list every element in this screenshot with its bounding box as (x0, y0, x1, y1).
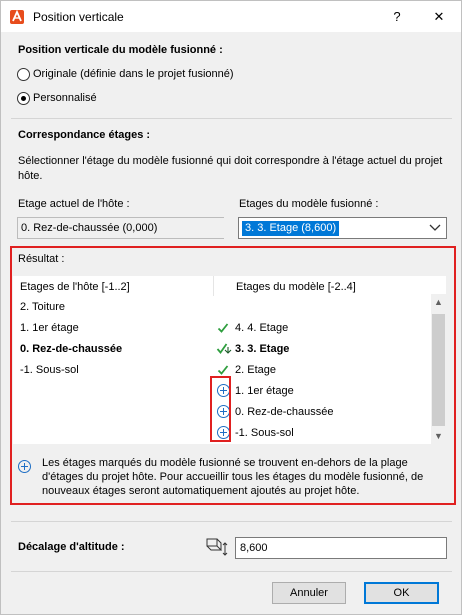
check-anchor-icon (216, 343, 232, 354)
dialog-window: Position verticale ? ✕ Position vertical… (0, 0, 462, 615)
radio-selected-dot (21, 96, 26, 101)
model-row-matched: 3. 3. Etage (235, 343, 290, 355)
radio-custom[interactable] (17, 92, 30, 105)
result-label: Résultat : (18, 253, 65, 265)
story-mapping-heading: Correspondance étages : (18, 129, 151, 141)
check-icon (217, 323, 229, 333)
separator (11, 118, 452, 119)
elevation-offset-label: Décalage d'altitude : (18, 541, 125, 553)
model-row: 2. Etage (235, 364, 276, 376)
ok-button[interactable]: OK (364, 582, 439, 604)
result-scrollbar[interactable]: ▲ ▼ (431, 294, 446, 444)
host-story-field: 0. Rez-de-chaussée (0,000) (17, 217, 224, 239)
elevation-offset-icon (206, 538, 228, 556)
column-header-model: Etages du modèle [-2..4] (236, 281, 356, 293)
cancel-button[interactable]: Annuler (272, 582, 346, 604)
elevation-offset-input[interactable]: 8,600 (235, 537, 447, 559)
model-story-label: Etages du modèle fusionné : (239, 198, 379, 210)
host-row: -1. Sous-sol (20, 364, 79, 376)
model-row: 4. 4. Etage (235, 322, 289, 334)
scroll-up-icon[interactable]: ▲ (431, 295, 446, 309)
new-stories-highlight (210, 376, 231, 442)
model-row-new: 0. Rez-de-chaussée (235, 406, 334, 418)
scroll-down-icon[interactable]: ▼ (431, 429, 446, 443)
radio-original[interactable] (17, 68, 30, 81)
separator (11, 521, 452, 522)
model-row-new: -1. Sous-sol (235, 427, 294, 439)
close-button[interactable]: ✕ (425, 5, 453, 29)
column-header-host: Etages de l'hôte [-1..2] (20, 281, 130, 293)
story-mapping-description: Sélectionner l'étage du modèle fusionné … (18, 155, 443, 182)
model-story-value: 3. 3. Etage (8,600) (242, 221, 340, 236)
window-title: Position verticale (33, 10, 124, 24)
vertical-position-heading: Position verticale du modèle fusionné : (18, 44, 223, 56)
host-row: 1. 1er étage (20, 322, 79, 334)
archicad-app-icon (10, 9, 24, 24)
separator (11, 571, 452, 572)
radio-custom-label[interactable]: Personnalisé (33, 92, 97, 104)
model-story-dropdown[interactable]: 3. 3. Etage (8,600) (238, 217, 447, 239)
host-story-label: Etage actuel de l'hôte : (18, 198, 130, 210)
chevron-down-icon[interactable] (429, 221, 441, 235)
plus-circle-icon (18, 460, 31, 473)
column-divider (213, 276, 214, 296)
check-icon (217, 365, 229, 375)
help-button[interactable]: ? (383, 5, 411, 29)
model-row-new: 1. 1er étage (235, 385, 294, 397)
radio-original-label[interactable]: Originale (définie dans le projet fusion… (33, 68, 234, 80)
host-story-value: 0. Rez-de-chaussée (0,000) (21, 222, 158, 234)
host-row: 2. Toiture (20, 301, 66, 313)
title-bar: Position verticale ? ✕ (1, 1, 461, 32)
result-info-text: Les étages marqués du modèle fusionné se… (42, 457, 424, 497)
host-row-current: 0. Rez-de-chaussée (20, 343, 123, 355)
scroll-thumb[interactable] (432, 314, 445, 426)
